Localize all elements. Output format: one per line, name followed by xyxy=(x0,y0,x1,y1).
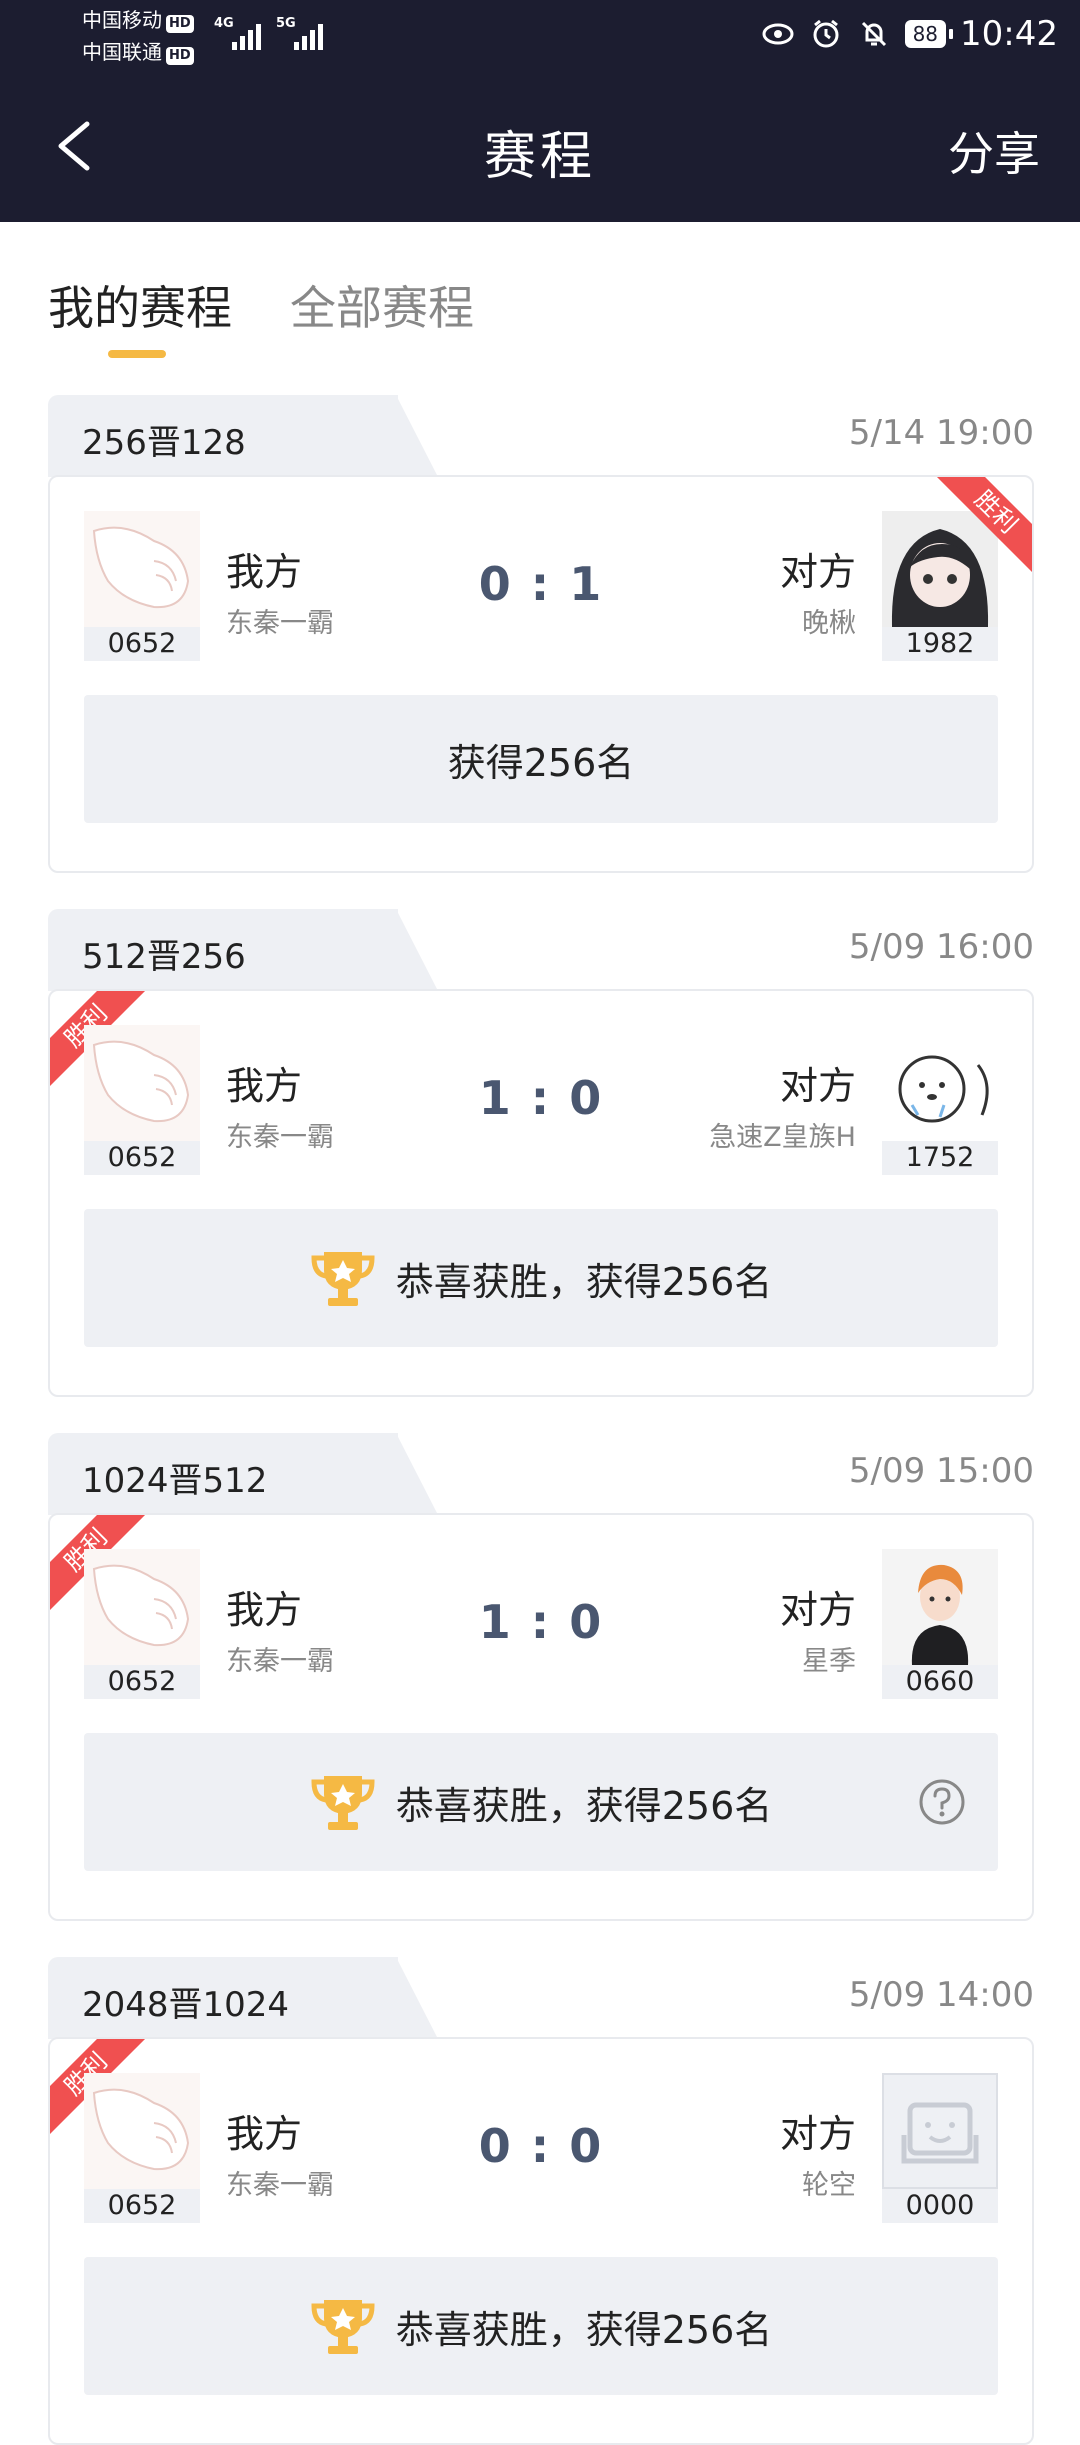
round-label: 512晋256 xyxy=(82,937,246,977)
opponent-avatar[interactable]: 1752 xyxy=(882,1025,998,1175)
nav-bar: 赛程 分享 xyxy=(0,70,1080,222)
match-card[interactable]: 胜利 0652 我方 东秦一霸 0 : 0 对方 轮空 0000 恭喜获胜，获得… xyxy=(48,2037,1034,2445)
hd-badge-2: HD xyxy=(166,47,194,65)
round-label-tab-edge xyxy=(396,395,438,477)
signal-bars-2-icon xyxy=(294,16,323,50)
mute-bell-icon xyxy=(857,17,891,51)
page-title: 赛程 xyxy=(483,127,596,187)
opponent-avatar[interactable]: 0660 xyxy=(882,1549,998,1699)
avatar-image xyxy=(882,1549,998,1665)
match-time: 5/09 16:00 xyxy=(848,927,1034,967)
schedule-tabs: 我的赛程 全部赛程 xyxy=(0,222,1080,372)
white-dog-avatar-icon xyxy=(882,1025,998,1141)
match-card[interactable]: 胜利 0652 我方 东秦一霸 1 : 0 对方 急速Z皇族H 1752 恭喜获… xyxy=(48,989,1034,1397)
tab-my-schedule[interactable]: 我的赛程 xyxy=(48,272,232,338)
avatar-id: 0652 xyxy=(84,627,200,661)
avatar-id: 1752 xyxy=(882,1141,998,1175)
round-label-tab-edge xyxy=(396,1433,438,1515)
opponent-side-label: 对方 xyxy=(779,550,856,594)
result-bar: 恭喜获胜，获得256名 xyxy=(84,1733,998,1871)
carrier-2: 中国联通 HD xyxy=(82,40,194,65)
match-time: 5/09 14:00 xyxy=(848,1975,1034,2015)
placeholder-avatar-icon xyxy=(901,2102,979,2164)
opponent-team-name: 星季 xyxy=(802,1646,856,1677)
opponent-side-label: 对方 xyxy=(779,2112,856,2156)
avatar-id: 0652 xyxy=(84,2189,200,2223)
match-block: 256晋128 5/14 19:00 0652 我方 东秦一霸 0 : 1 对方… xyxy=(48,395,1034,875)
round-label: 1024晋512 xyxy=(82,1461,268,1501)
opponent-team-name: 急速Z皇族H xyxy=(709,1122,856,1153)
carrier-1: 中国移动 HD xyxy=(82,8,194,33)
trophy-icon xyxy=(311,1776,375,1830)
status-bar: 中国移动 HD 中国联通 HD 4G 5G 88 10:42 xyxy=(0,0,1080,70)
alarm-icon xyxy=(809,17,843,51)
round-label: 256晋128 xyxy=(82,423,246,463)
help-icon[interactable] xyxy=(918,1778,966,1826)
round-label: 2048晋1024 xyxy=(82,1985,290,2025)
result-text: 恭喜获胜，获得256名 xyxy=(395,2307,773,2352)
avatar-id: 0652 xyxy=(84,1141,200,1175)
avatar-id: 0000 xyxy=(882,2189,998,2223)
share-button[interactable]: 分享 xyxy=(948,118,1040,184)
trophy-icon xyxy=(311,1252,375,1306)
carrier-1-label: 中国移动 xyxy=(82,8,162,32)
result-bar: 恭喜获胜，获得256名 xyxy=(84,1209,998,1347)
result-text: 恭喜获胜，获得256名 xyxy=(395,1259,773,1304)
anime-girl-avatar-icon xyxy=(882,511,998,627)
avatar-image xyxy=(882,1025,998,1141)
opponent-avatar[interactable]: 1982 xyxy=(882,511,998,661)
carrier-2-label: 中国联通 xyxy=(82,40,162,64)
avatar-id: 0652 xyxy=(84,1665,200,1699)
opponent-side-label: 对方 xyxy=(779,1588,856,1632)
status-right-group: 88 10:42 xyxy=(761,14,1058,54)
result-bar: 获得256名 xyxy=(84,695,998,823)
match-time: 5/09 15:00 xyxy=(848,1451,1034,1491)
match-block: 2048晋1024 5/09 14:00 胜利 0652 我方 东秦一霸 0 :… xyxy=(48,1957,1034,2445)
boy-avatar-icon xyxy=(882,1549,998,1665)
match-card[interactable]: 0652 我方 东秦一霸 0 : 1 对方 晚楸 1982 胜利 获得256名 xyxy=(48,475,1034,873)
tab-all-schedule[interactable]: 全部赛程 xyxy=(290,272,474,338)
opponent-team-name: 晚楸 xyxy=(802,608,856,639)
avatar-id: 0660 xyxy=(882,1665,998,1699)
result-text: 获得256名 xyxy=(447,740,635,785)
round-label-tab-edge xyxy=(396,909,438,991)
clock: 10:42 xyxy=(960,14,1058,54)
round-label-tab-edge xyxy=(396,1957,438,2039)
opponent-team-name: 轮空 xyxy=(802,2170,856,2201)
battery-indicator: 88 xyxy=(904,20,954,48)
active-tab-indicator xyxy=(108,350,166,358)
network-5g-label: 5G xyxy=(276,16,296,31)
network-4g-label: 4G xyxy=(214,16,234,31)
trophy-icon xyxy=(311,2300,375,2354)
opponent-side-label: 对方 xyxy=(779,1064,856,1108)
result-text: 恭喜获胜，获得256名 xyxy=(395,1783,773,1828)
match-block: 1024晋512 5/09 15:00 胜利 0652 我方 东秦一霸 1 : … xyxy=(48,1433,1034,1923)
match-block: 512晋256 5/09 16:00 胜利 0652 我方 东秦一霸 1 : 0… xyxy=(48,909,1034,1399)
hd-badge-1: HD xyxy=(166,15,194,33)
eye-icon xyxy=(761,17,795,51)
avatar-image xyxy=(882,511,998,627)
result-bar: 恭喜获胜，获得256名 xyxy=(84,2257,998,2395)
match-time: 5/14 19:00 xyxy=(848,413,1034,453)
opponent-avatar[interactable]: 0000 xyxy=(882,2073,998,2223)
match-card[interactable]: 胜利 0652 我方 东秦一霸 1 : 0 对方 星季 0660 恭喜获胜，获得… xyxy=(48,1513,1034,1921)
avatar-id: 1982 xyxy=(882,627,998,661)
avatar-image xyxy=(882,2073,998,2189)
signal-bars-1-icon xyxy=(232,16,261,50)
